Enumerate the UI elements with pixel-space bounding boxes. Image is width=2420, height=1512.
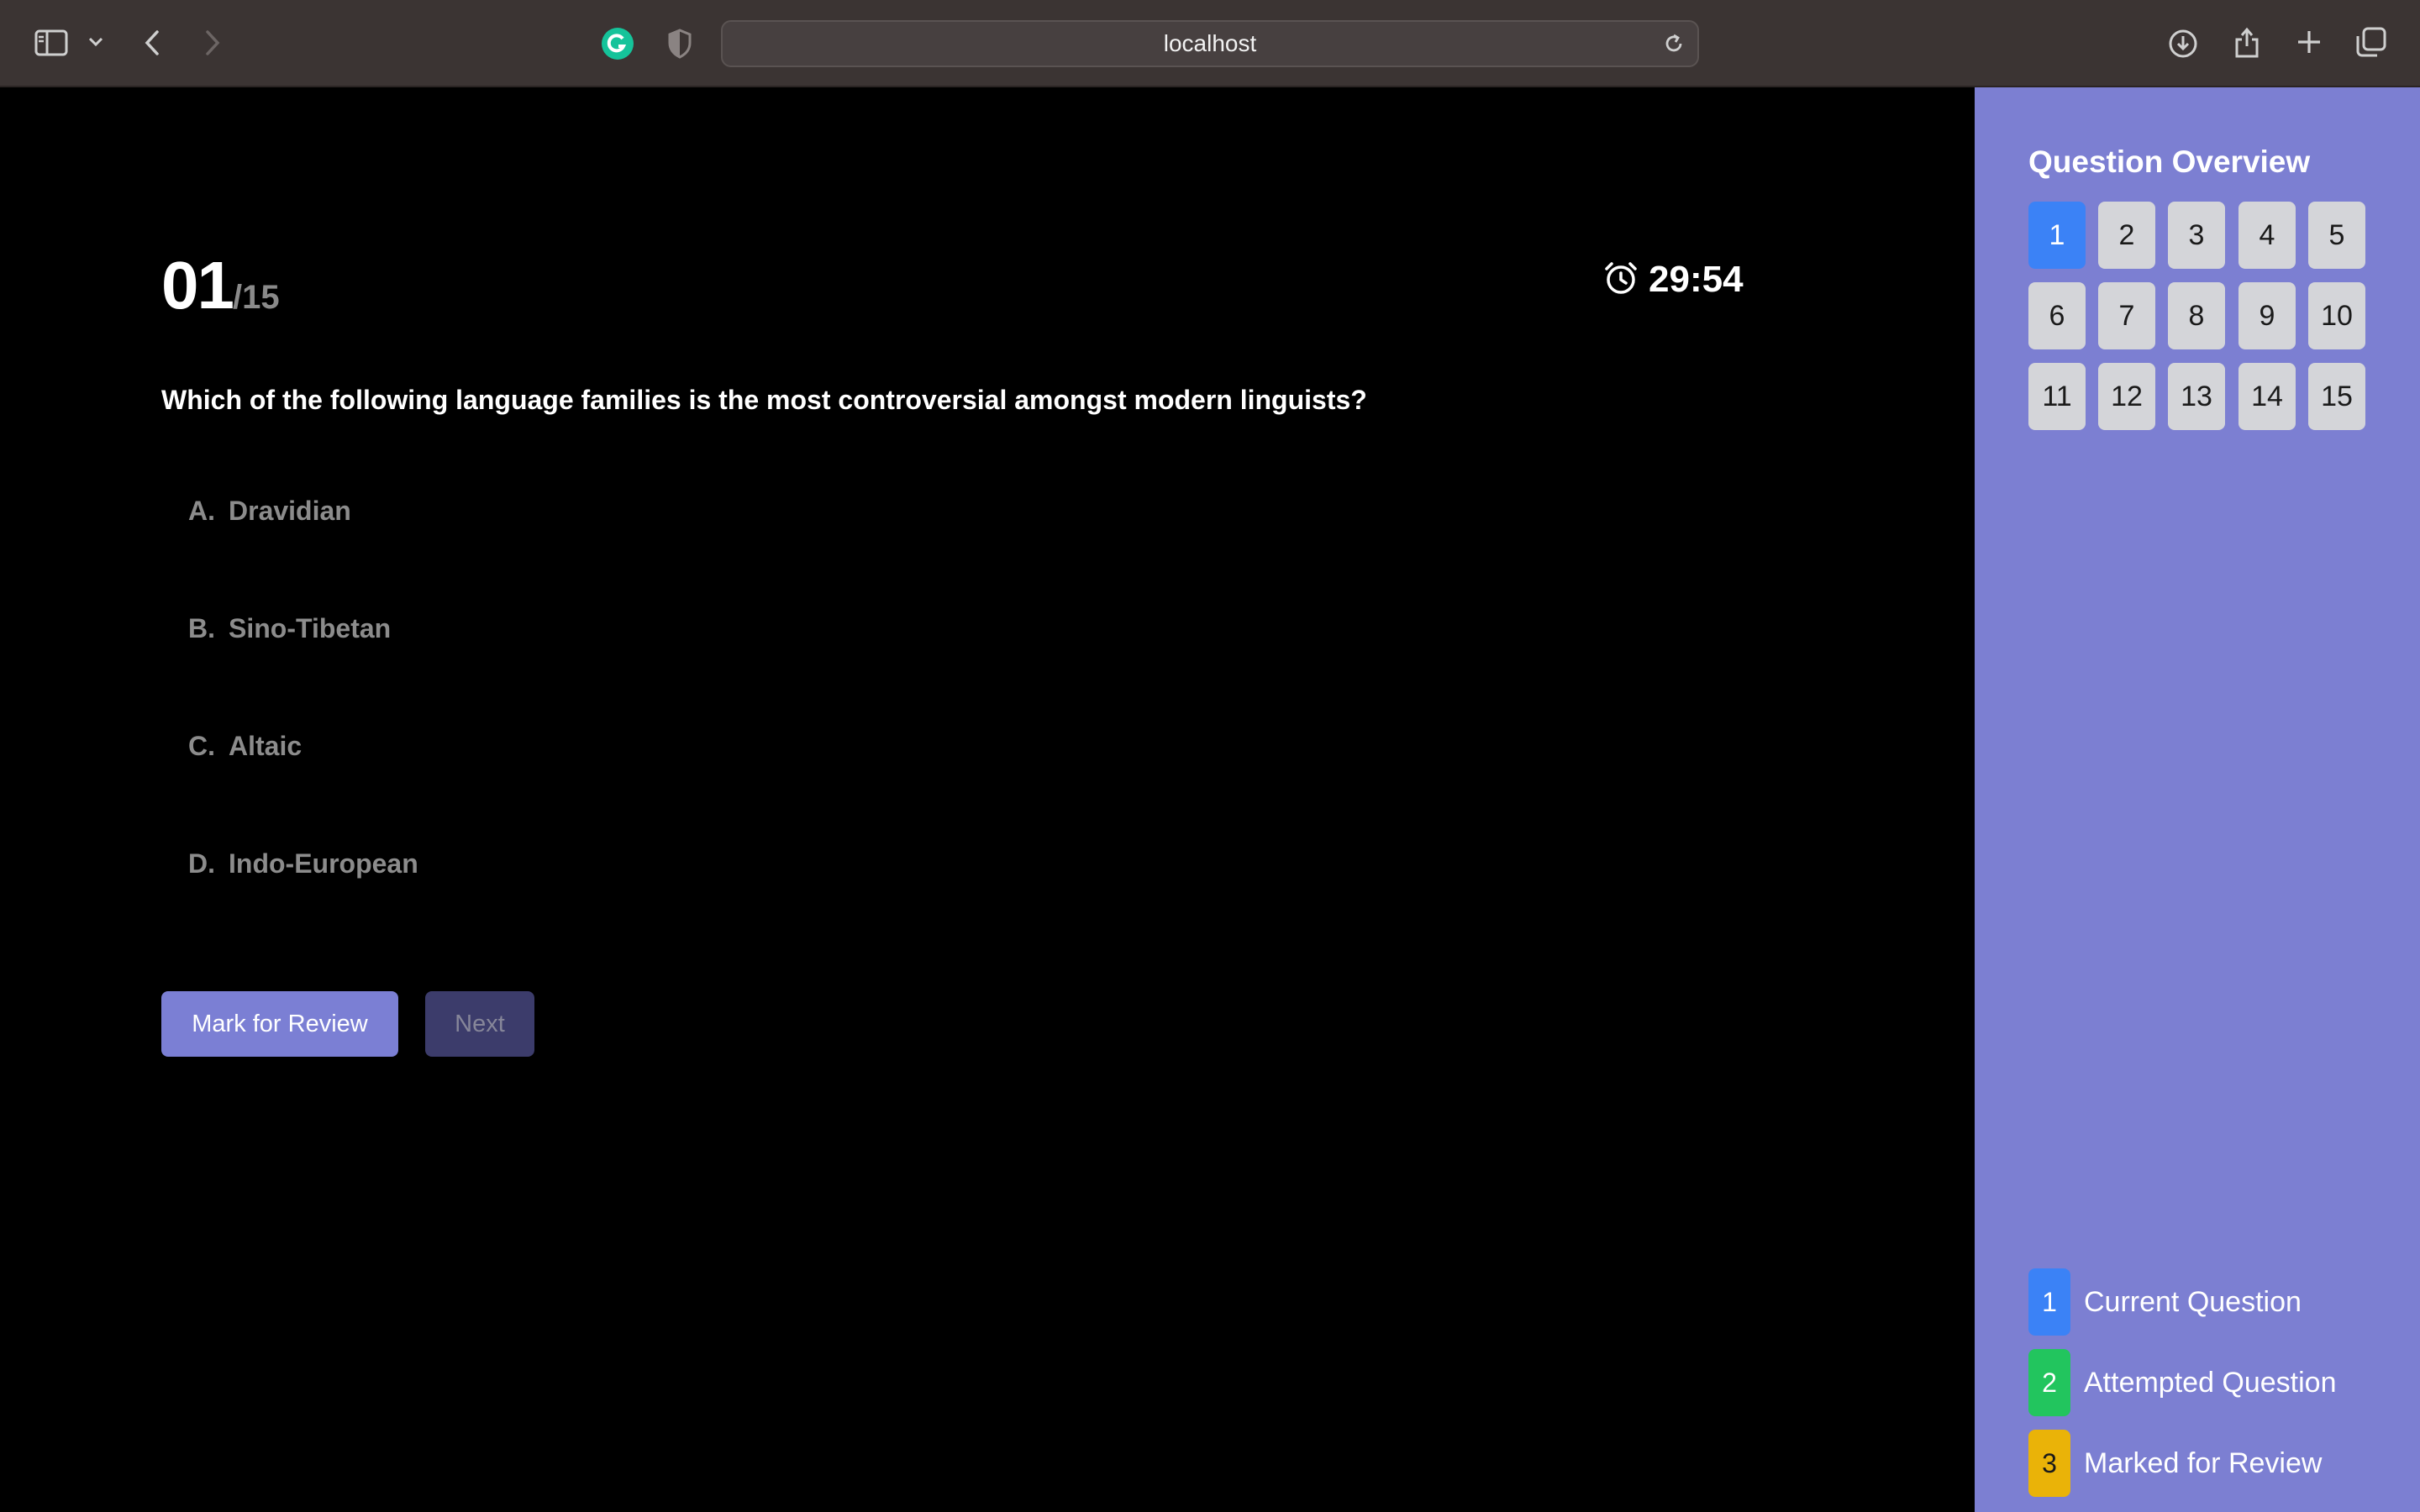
quiz-main: 01/15 29:54 Which of the following langu… bbox=[0, 87, 1975, 1512]
current-question-number: 01 bbox=[161, 248, 234, 323]
question-button-13[interactable]: 13 bbox=[2168, 363, 2225, 430]
legend-label: Current Question bbox=[2084, 1285, 2302, 1318]
forward-arrow-icon[interactable] bbox=[200, 27, 225, 59]
legend-current-question: 1 Current Question bbox=[2028, 1268, 2302, 1336]
legend-badge: 2 bbox=[2028, 1349, 2070, 1416]
question-overview-panel: Question Overview 1 2 3 4 5 6 7 8 9 10 1… bbox=[1975, 87, 2420, 1512]
legend-badge: 1 bbox=[2028, 1268, 2070, 1336]
option-letter: B. bbox=[188, 613, 215, 643]
grammarly-icon[interactable] bbox=[601, 27, 634, 60]
sidebar-toggle-icon[interactable] bbox=[32, 25, 71, 60]
question-button-11[interactable]: 11 bbox=[2028, 363, 2086, 430]
alarm-clock-icon bbox=[1603, 260, 1639, 300]
question-button-5[interactable]: 5 bbox=[2308, 202, 2365, 269]
question-button-15[interactable]: 15 bbox=[2308, 363, 2365, 430]
mark-for-review-button[interactable]: Mark for Review bbox=[161, 991, 398, 1057]
share-icon[interactable] bbox=[2230, 24, 2264, 60]
option-letter: A. bbox=[188, 496, 215, 526]
chevron-down-icon[interactable] bbox=[86, 32, 106, 52]
download-icon[interactable] bbox=[2166, 27, 2200, 60]
timer: 29:54 bbox=[1603, 259, 1744, 301]
question-button-12[interactable]: 12 bbox=[2098, 363, 2155, 430]
legend-label: Attempted Question bbox=[2084, 1366, 2337, 1399]
address-url: localhost bbox=[1163, 30, 1257, 56]
reload-icon[interactable] bbox=[1662, 32, 1686, 55]
address-bar[interactable]: localhost bbox=[721, 20, 1699, 67]
legend-marked-for-review: 3 Marked for Review bbox=[2028, 1430, 2322, 1497]
question-text: Which of the following language families… bbox=[161, 385, 1367, 415]
next-button[interactable]: Next bbox=[425, 991, 534, 1057]
tab-overview-icon[interactable] bbox=[2354, 25, 2388, 59]
legend-attempted-question: 2 Attempted Question bbox=[2028, 1349, 2337, 1416]
question-button-10[interactable]: 10 bbox=[2308, 282, 2365, 349]
question-button-4[interactable]: 4 bbox=[2238, 202, 2296, 269]
legend-label: Marked for Review bbox=[2084, 1446, 2323, 1479]
question-button-9[interactable]: 9 bbox=[2238, 282, 2296, 349]
question-button-3[interactable]: 3 bbox=[2168, 202, 2225, 269]
question-button-7[interactable]: 7 bbox=[2098, 282, 2155, 349]
option-letter: C. bbox=[188, 731, 215, 761]
total-questions: /15 bbox=[232, 279, 280, 316]
legend-badge: 3 bbox=[2028, 1430, 2070, 1497]
option-label: Sino-Tibetan bbox=[229, 613, 392, 643]
option-letter: D. bbox=[188, 848, 215, 879]
option-b[interactable]: B. Sino-Tibetan bbox=[188, 613, 391, 644]
privacy-shield-icon[interactable] bbox=[665, 27, 695, 60]
overview-title: Question Overview bbox=[2028, 144, 2311, 179]
option-d[interactable]: D. Indo-European bbox=[188, 848, 418, 879]
question-button-14[interactable]: 14 bbox=[2238, 363, 2296, 430]
question-button-2[interactable]: 2 bbox=[2098, 202, 2155, 269]
question-counter: 01/15 bbox=[161, 247, 280, 324]
new-tab-plus-icon[interactable] bbox=[2294, 27, 2324, 57]
timer-value: 29:54 bbox=[1649, 259, 1744, 300]
question-button-6[interactable]: 6 bbox=[2028, 282, 2086, 349]
question-button-8[interactable]: 8 bbox=[2168, 282, 2225, 349]
option-label: Dravidian bbox=[229, 496, 351, 526]
option-label: Altaic bbox=[229, 731, 302, 761]
option-c[interactable]: C. Altaic bbox=[188, 731, 302, 762]
back-arrow-icon[interactable] bbox=[139, 27, 165, 59]
option-label: Indo-European bbox=[229, 848, 418, 879]
browser-toolbar: localhost bbox=[0, 0, 2420, 87]
question-button-1[interactable]: 1 bbox=[2028, 202, 2086, 269]
option-a[interactable]: A. Dravidian bbox=[188, 496, 351, 527]
